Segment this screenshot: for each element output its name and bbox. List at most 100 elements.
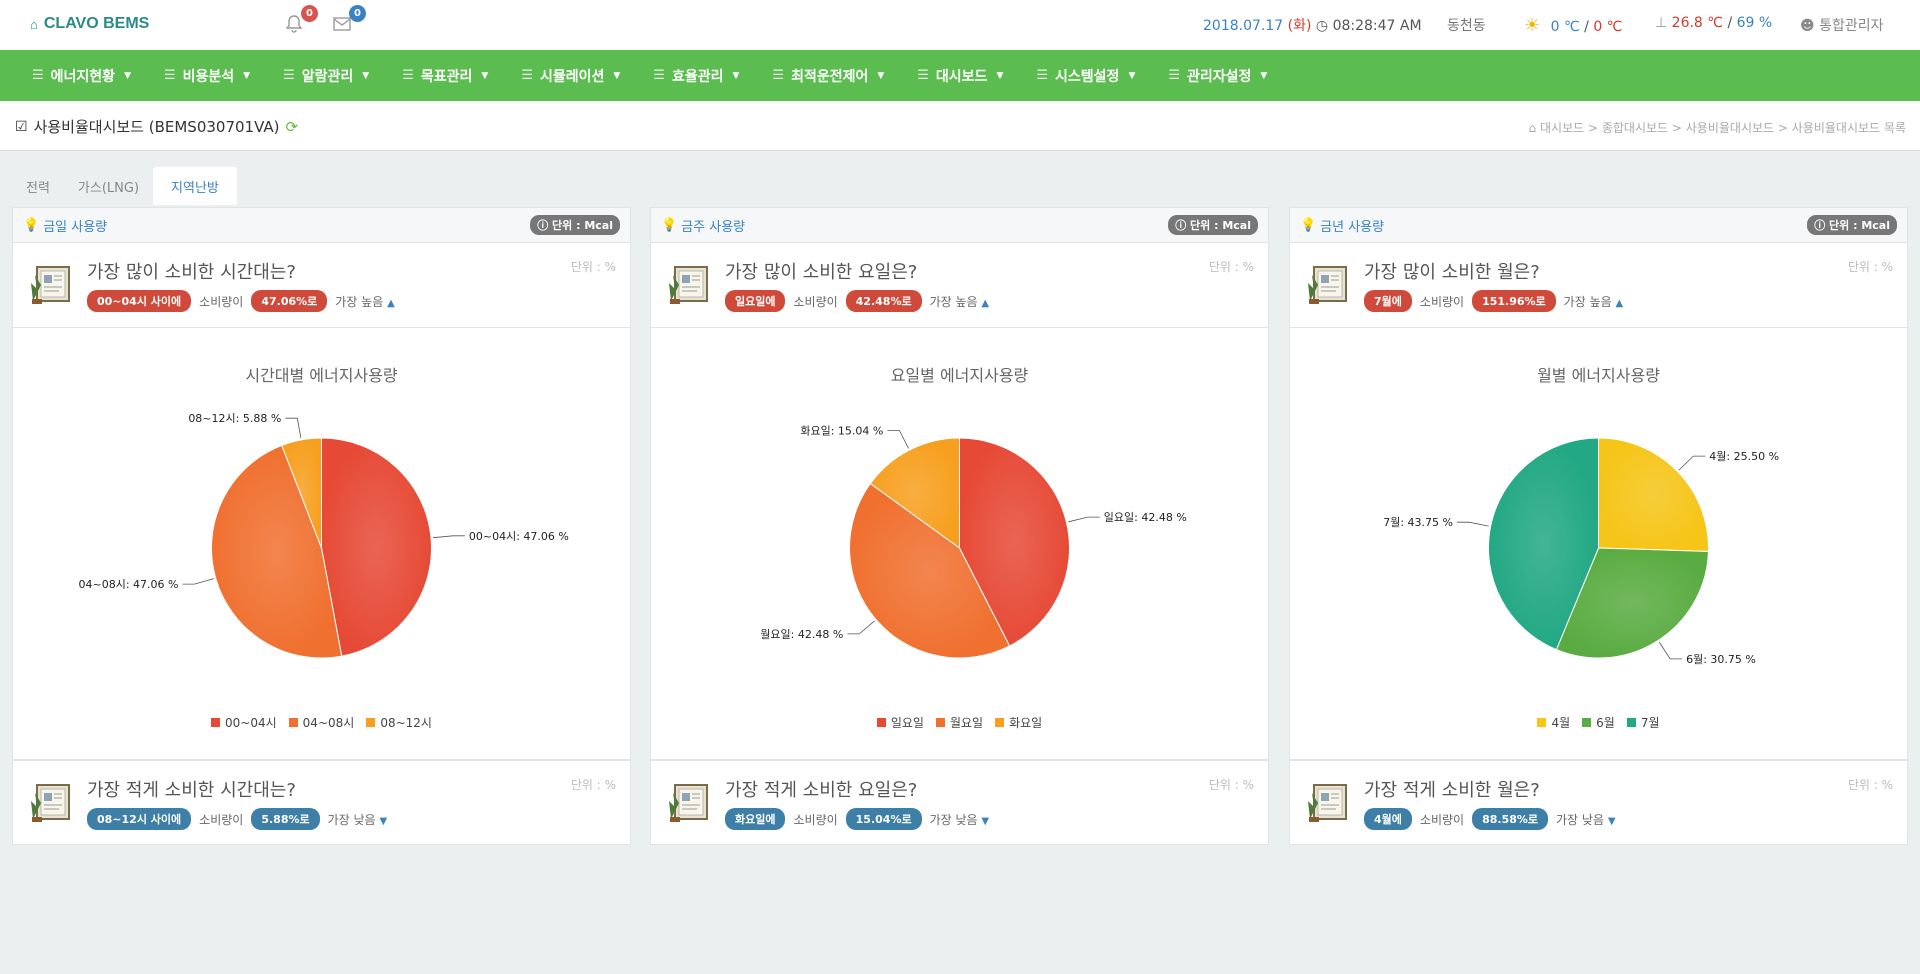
legend-swatch bbox=[876, 718, 886, 727]
stat-tail-label: 가장 높음 bbox=[1563, 294, 1612, 309]
pie-chart-card: 요일별 에너지사용량 일요일: 42.48 % 월요일: 42.48 % 화요일: … bbox=[650, 328, 1269, 760]
chart-legend: 00~04시 04~08시 08~12시 bbox=[13, 714, 630, 731]
stat-tail-text: 가장 높음 ▲ bbox=[930, 293, 990, 310]
unit-badge-text: 단위 : Mcal bbox=[1190, 219, 1251, 232]
refresh-icon[interactable]: ⟳ bbox=[286, 118, 299, 136]
nav-item-label: 비용분석 bbox=[182, 68, 235, 85]
time-text: 08:28:47 AM bbox=[1332, 18, 1422, 34]
nav-item-label: 에너지현황 bbox=[50, 68, 116, 85]
panel-header: 💡 금일 사용량 ⓘ 단위 : Mcal bbox=[12, 207, 631, 243]
tab-district-heating[interactable]: 지역난방 bbox=[153, 167, 237, 205]
legend-item[interactable]: 6월 bbox=[1582, 714, 1615, 731]
outside-temp-a: 0 ℃ bbox=[1550, 19, 1580, 35]
stat-tail-label: 가장 낮음 bbox=[929, 812, 978, 827]
nav-item-label: 최적운전제어 bbox=[791, 68, 869, 85]
tab-gas[interactable]: 가스(LNG) bbox=[64, 167, 153, 205]
nav-item-dashboard[interactable]: ☰ 대시보드 ▼ bbox=[917, 66, 1003, 86]
stat-question: 가장 많이 소비한 요일은? bbox=[725, 262, 918, 283]
stat-unit: 단위 : % bbox=[1847, 260, 1893, 274]
arrow-down-icon: ▼ bbox=[1607, 815, 1616, 827]
pie-data-label: 08~12시: 5.88 % bbox=[188, 412, 281, 425]
stat-tail-text: 가장 낮음 ▼ bbox=[930, 811, 990, 828]
least-consumed-card: 가장 적게 소비한 시간대는? 단위 : % 08~12시 사이에 소비량이 5… bbox=[12, 760, 631, 845]
caret-down-icon: ▼ bbox=[996, 70, 1004, 81]
nav-item-label: 대시보드 bbox=[935, 68, 988, 85]
menu-icon: ☰ bbox=[283, 68, 295, 83]
stat-tail-text: 가장 낮음 ▼ bbox=[1556, 811, 1616, 828]
pie-chart: 일요일: 42.48 % 월요일: 42.48 % 화요일: 15.04 % bbox=[760, 424, 1187, 659]
nav-item-energy-status[interactable]: ☰ 에너지현황 ▼ bbox=[32, 66, 131, 86]
legend-swatch bbox=[366, 718, 376, 727]
nav-item-admin-settings[interactable]: ☰ 관리자설정 ▼ bbox=[1168, 66, 1267, 86]
stat-unit: 단위 : % bbox=[1847, 778, 1893, 792]
alarm-bell-button[interactable]: 0 bbox=[284, 5, 318, 36]
nav-item-label: 목표관리 bbox=[420, 68, 473, 85]
mail-button[interactable]: 0 bbox=[332, 5, 366, 36]
stat-mid-text: 소비량이 bbox=[1419, 294, 1465, 309]
panel-title-text: 금일 사용량 bbox=[43, 219, 108, 235]
stat-mid-text: 소비량이 bbox=[793, 812, 838, 827]
certificate-icon bbox=[29, 779, 75, 825]
menu-icon: ☰ bbox=[163, 68, 176, 83]
period-badge: 7월에 bbox=[1364, 290, 1412, 312]
stat-mid-text: 소비량이 bbox=[793, 294, 838, 309]
arrow-up-icon: ▲ bbox=[981, 297, 990, 309]
legend-item[interactable]: 4월 bbox=[1537, 714, 1570, 731]
info-icon: ⓘ bbox=[1175, 219, 1187, 232]
pie-label-connector bbox=[887, 430, 909, 449]
least-consumed-card: 가장 적게 소비한 요일은? 단위 : % 화요일에 소비량이 15.04%로 … bbox=[650, 760, 1269, 845]
stat-question: 가장 적게 소비한 시간대는? bbox=[87, 780, 296, 801]
stat-summary: 00~04시 사이에 소비량이 47.06%로 가장 높음 ▲ bbox=[87, 290, 395, 312]
stat-tail-label: 가장 낮음 bbox=[1556, 812, 1604, 827]
stat-unit: 단위 : % bbox=[1208, 778, 1254, 792]
legend-item[interactable]: 08~12시 bbox=[366, 714, 432, 731]
stat-mid-text: 소비량이 bbox=[199, 812, 244, 827]
breadcrumb-text[interactable]: 대시보드 > 종합대시보드 > 사용비율대시보드 > 사용비율대시보드 목록 bbox=[1540, 121, 1906, 135]
legend-label: 08~12시 bbox=[380, 716, 432, 730]
arrow-down-icon: ▼ bbox=[379, 815, 388, 827]
tab-electricity[interactable]: 전력 bbox=[12, 167, 64, 205]
unit-badge-text: 단위 : Mcal bbox=[1829, 219, 1890, 232]
most-consumed-card: 가장 많이 소비한 월은? 단위 : % 7월에 소비량이 151.96%로 가… bbox=[1289, 243, 1908, 328]
percent-badge: 15.04%로 bbox=[845, 808, 922, 830]
nav-item-efficiency-management[interactable]: ☰ 효율관리 ▼ bbox=[653, 66, 739, 86]
nav-item-alarm-management[interactable]: ☰ 알람관리 ▼ bbox=[283, 66, 369, 86]
pie-data-label: 일요일: 42.48 % bbox=[1104, 510, 1187, 524]
pie-label-connector bbox=[285, 417, 302, 438]
legend-item[interactable]: 7월 bbox=[1626, 714, 1660, 731]
pie-label-connector bbox=[1068, 516, 1100, 523]
legend-swatch bbox=[211, 718, 221, 727]
legend-item[interactable]: 04~08시 bbox=[288, 714, 354, 731]
legend-label: 일요일 bbox=[890, 716, 924, 730]
legend-item[interactable]: 화요일 bbox=[995, 714, 1042, 731]
legend-item[interactable]: 월요일 bbox=[935, 714, 983, 731]
nav-item-simulation[interactable]: ☰ 시뮬레이션 ▼ bbox=[521, 66, 620, 86]
nav-item-cost-analysis[interactable]: ☰ 비용분석 ▼ bbox=[164, 66, 250, 86]
user-menu[interactable]: ☻ 통합관리자 bbox=[1800, 15, 1883, 35]
logo-text: CLAVO BEMS bbox=[43, 15, 150, 32]
legend-swatch bbox=[1582, 718, 1592, 727]
legend-item[interactable]: 00~04시 bbox=[211, 714, 277, 731]
pie-slice[interactable] bbox=[321, 437, 432, 657]
nav-item-optimal-control[interactable]: ☰ 최적운전제어 ▼ bbox=[772, 66, 884, 86]
stat-unit: 단위 : % bbox=[1208, 260, 1254, 274]
usage-panel: 💡 금년 사용량 ⓘ 단위 : Mcal 가장 많이 소비한 월은? 단위 : … bbox=[1289, 207, 1908, 845]
pie-slice[interactable] bbox=[1598, 437, 1709, 552]
alarm-count-badge: 0 bbox=[301, 5, 318, 22]
legend-label: 7월 bbox=[1640, 716, 1660, 730]
pie-chart: 4월: 25.50 % 6월: 30.75 % 7월: 43.75 % bbox=[1383, 437, 1779, 666]
percent-badge: 88.58%로 bbox=[1472, 808, 1549, 830]
caret-down-icon: ▼ bbox=[1128, 70, 1136, 81]
humidity-separator: / bbox=[1723, 15, 1737, 31]
outside-weather: ☀ 0 ℃ / 0 ℃ bbox=[1524, 15, 1622, 36]
stat-question: 가장 많이 소비한 시간대는? bbox=[87, 262, 296, 283]
nav-item-target-management[interactable]: ☰ 목표관리 ▼ bbox=[402, 66, 488, 86]
nav-item-label: 시뮬레이션 bbox=[539, 68, 605, 85]
logo[interactable]: ⌂ CLAVO BEMS bbox=[30, 15, 149, 33]
legend-item[interactable]: 일요일 bbox=[876, 714, 924, 731]
caret-down-icon: ▼ bbox=[481, 70, 489, 81]
home-icon: ⌂ bbox=[1528, 121, 1537, 135]
pie-chart: 00~04시: 47.06 % 04~08시: 47.06 % 08~12시: 5.… bbox=[79, 412, 569, 659]
page-header: ☑ 사용비율대시보드 (BEMS030701VA) ⟳ ⌂ 대시보드 > 종합대… bbox=[0, 101, 1920, 151]
nav-item-system-settings[interactable]: ☰ 시스템설정 ▼ bbox=[1036, 66, 1135, 86]
